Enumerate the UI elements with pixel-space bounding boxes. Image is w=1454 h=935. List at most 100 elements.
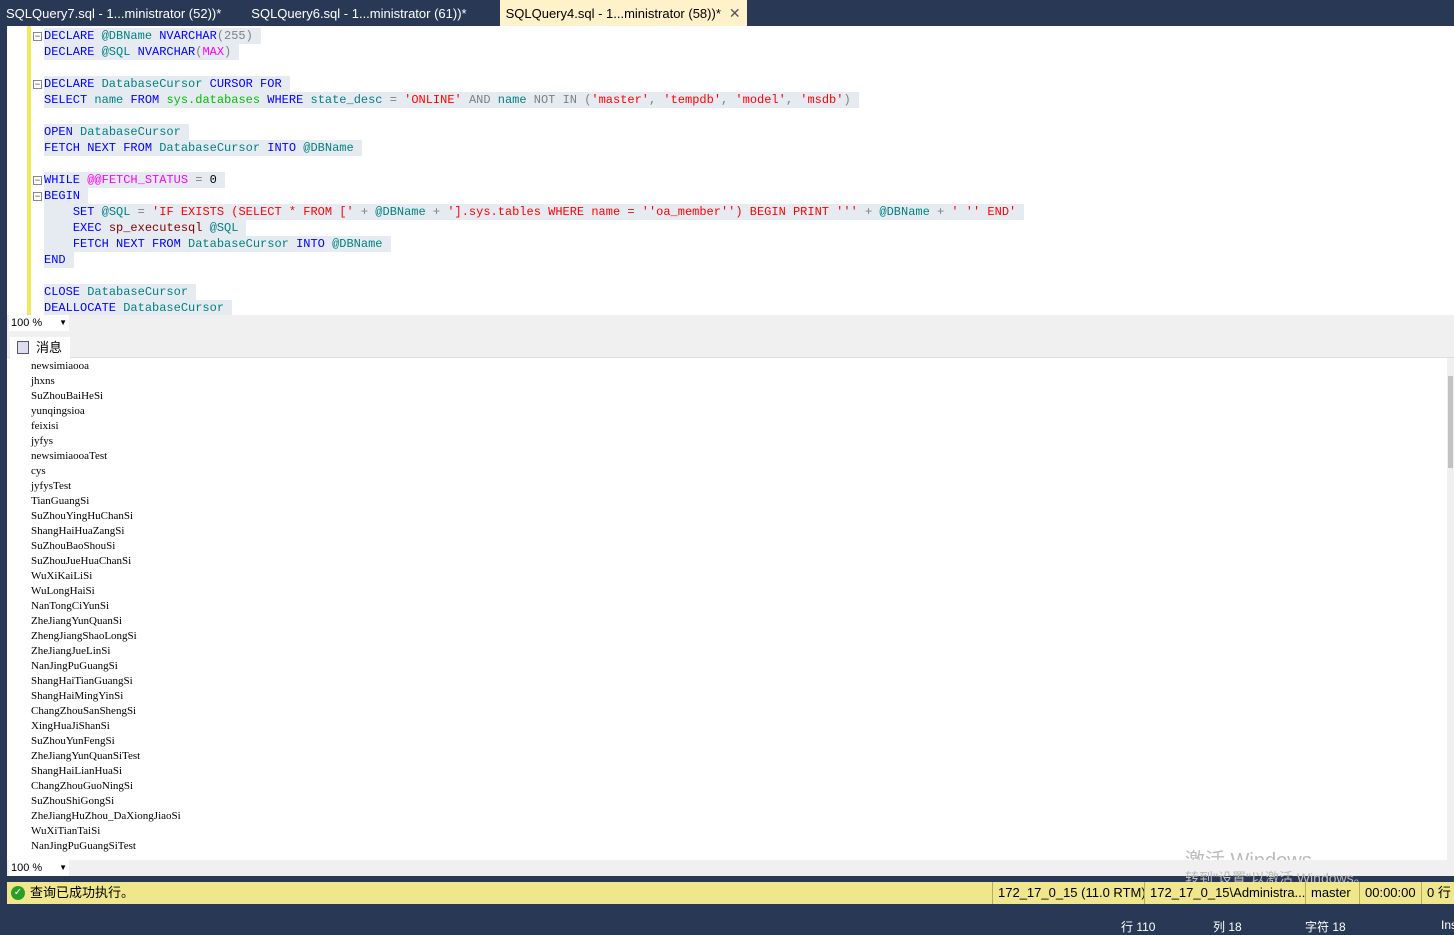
code-token: 'model' — [735, 93, 786, 107]
message-line: NanTongCiYunSi — [31, 600, 110, 612]
message-line: WuXiTianTaiSi — [31, 825, 101, 837]
code-line: DECLARE @SQL NVARCHAR(MAX) — [44, 44, 240, 60]
code-token: SET — [72, 205, 102, 219]
code-token: DECLARE — [44, 29, 102, 43]
close-icon[interactable]: ✕ — [729, 0, 741, 27]
code-token: DECLARE — [44, 45, 102, 59]
code-token: 'ONLINE' — [404, 93, 469, 107]
message-line: cys — [31, 465, 46, 477]
code-token: SELECT — [44, 93, 95, 107]
message-line: NanJingPuGuangSiTest — [31, 840, 136, 852]
code-token: name — [497, 93, 534, 107]
code-token: WHILE — [44, 173, 88, 187]
message-line: SuZhouBaiHeSi — [31, 390, 104, 402]
message-line: yunqingsioa — [31, 405, 85, 417]
code-line: SET @SQL = 'IF EXISTS (SELECT * FROM [' … — [44, 204, 1025, 220]
code-token: DatabaseCursor — [101, 77, 210, 91]
query-status-bar: ✓ 查询已成功执行。 172_17_0_15 (11.0 RTM) 172_17… — [7, 882, 1454, 904]
code-line: DECLARE @DBName NVARCHAR(255) — [44, 28, 261, 44]
document-tabs: SQLQuery7.sql - 1...ministrator (52))* S… — [0, 0, 1454, 26]
message-line: feixisi — [31, 420, 59, 432]
cursor-column: 列 18 — [1213, 920, 1242, 934]
code-token: WHERE — [267, 93, 311, 107]
code-token: = — [137, 205, 153, 219]
code-token: @DBName — [303, 141, 354, 155]
chevron-down-icon: ▼ — [59, 318, 67, 327]
code-token: = — [195, 173, 210, 187]
code-line: END — [44, 252, 74, 268]
code-token: ' '' END' — [951, 205, 1017, 219]
code-token: (255) — [216, 29, 253, 43]
code-token: + — [937, 205, 952, 219]
code-token: @SQL — [209, 221, 239, 235]
message-line: ShangHaiTianGuangSi — [31, 675, 133, 687]
results-zoom-select[interactable]: 100 % ▼ — [9, 860, 69, 876]
message-line: XingHuaJiShanSi — [31, 720, 110, 732]
query-editor[interactable]: − DECLARE @DBName NVARCHAR(255) DECLARE @S… — [7, 26, 1454, 316]
code-token: , — [721, 93, 736, 107]
collapse-icon[interactable]: − — [33, 192, 42, 201]
message-line: ShangHaiHuaZangSi — [31, 525, 125, 537]
code-line: DEALLOCATE DatabaseCursor — [44, 300, 233, 316]
code-token: + — [864, 205, 880, 219]
code-token: EXEC — [72, 221, 109, 235]
message-line: ShangHaiLianHuaSi — [31, 765, 123, 777]
message-line: SuZhouJueHuaChanSi — [31, 555, 132, 567]
code-token: DECLARE — [44, 77, 102, 91]
chevron-down-icon: ▼ — [59, 863, 67, 872]
code-token: END — [44, 253, 66, 267]
message-line: WuXiKaiLiSi — [31, 570, 93, 582]
code-token: NOT IN — [533, 93, 585, 107]
code-line: WHILE @@FETCH_STATUS = 0 — [44, 172, 225, 188]
zoom-value: 100 % — [11, 317, 43, 329]
vertical-scrollbar[interactable] — [1447, 358, 1454, 860]
scrollbar-thumb[interactable] — [1448, 376, 1453, 468]
message-line: jyfys — [31, 435, 53, 447]
code-token: @DBName — [101, 29, 160, 43]
code-token: DatabaseCursor — [80, 125, 181, 139]
status-message: 查询已成功执行。 — [30, 885, 135, 900]
code-token: 'msdb' — [800, 93, 844, 107]
code-token: 'tempdb' — [663, 93, 722, 107]
tab-sqlquery4[interactable]: SQLQuery4.sql - 1...ministrator (58))* ✕ — [499, 0, 747, 27]
code-token: name — [94, 93, 131, 107]
collapse-icon[interactable]: − — [33, 176, 42, 185]
cursor-line: 行 110 — [1121, 920, 1156, 934]
success-check-icon: ✓ — [11, 886, 25, 900]
code-token: CURSOR FOR — [209, 77, 282, 91]
tab-label: SQLQuery4.sql - 1...ministrator (58))* — [505, 5, 721, 21]
editor-zoom-select[interactable]: 100 % ▼ — [9, 315, 69, 331]
code-token: 'master' — [591, 93, 649, 107]
code-line: BEGIN — [44, 188, 89, 204]
code-token: @SQL — [101, 45, 138, 59]
status-server: 172_17_0_15 (11.0 RTM) — [992, 882, 1146, 904]
message-line: SuZhouBaoShouSi — [31, 540, 116, 552]
code-token: BEGIN — [44, 189, 81, 203]
code-token: @SQL — [101, 205, 138, 219]
status-row-count: 0 行 — [1421, 882, 1451, 904]
code-token: ) — [843, 93, 851, 107]
code-token: NVARCHAR — [159, 29, 217, 43]
tab-label: 消息 — [36, 340, 63, 355]
collapse-icon[interactable]: − — [33, 80, 42, 89]
code-token: @DBName — [332, 237, 383, 251]
code-token: NVARCHAR — [137, 45, 196, 59]
tab-sqlquery7[interactable]: SQLQuery7.sql - 1...ministrator (52))* — [0, 0, 227, 26]
collapse-icon[interactable]: − — [33, 32, 42, 41]
code-token: DEALLOCATE — [44, 301, 124, 315]
message-line: ZheJiangHuZhou_DaXiongJiaoSi — [31, 810, 181, 822]
code-line: CLOSE DatabaseCursor — [44, 284, 197, 300]
message-line: ZhengJiangShaoLongSi — [31, 630, 137, 642]
tab-sqlquery6[interactable]: SQLQuery6.sql - 1...ministrator (61))* — [245, 0, 472, 26]
message-line: ZheJiangJueLinSi — [31, 645, 111, 657]
messages-pane[interactable]: newsimiaooa jhxns SuZhouBaiHeSi yunqingsioa… — [7, 358, 1454, 860]
message-line: jhxns — [31, 375, 55, 387]
code-token: MAX — [202, 45, 225, 59]
message-line: SuZhouYunFengSi — [31, 735, 115, 747]
message-line: SuZhouShiGongSi — [31, 795, 115, 807]
tab-messages[interactable]: 消息 — [10, 337, 70, 358]
code-token: INTO — [267, 141, 304, 155]
code-token: DatabaseCursor — [123, 301, 225, 315]
message-line: ZheJiangYunQuanSiTest — [31, 750, 141, 762]
code-token: , — [649, 93, 664, 107]
